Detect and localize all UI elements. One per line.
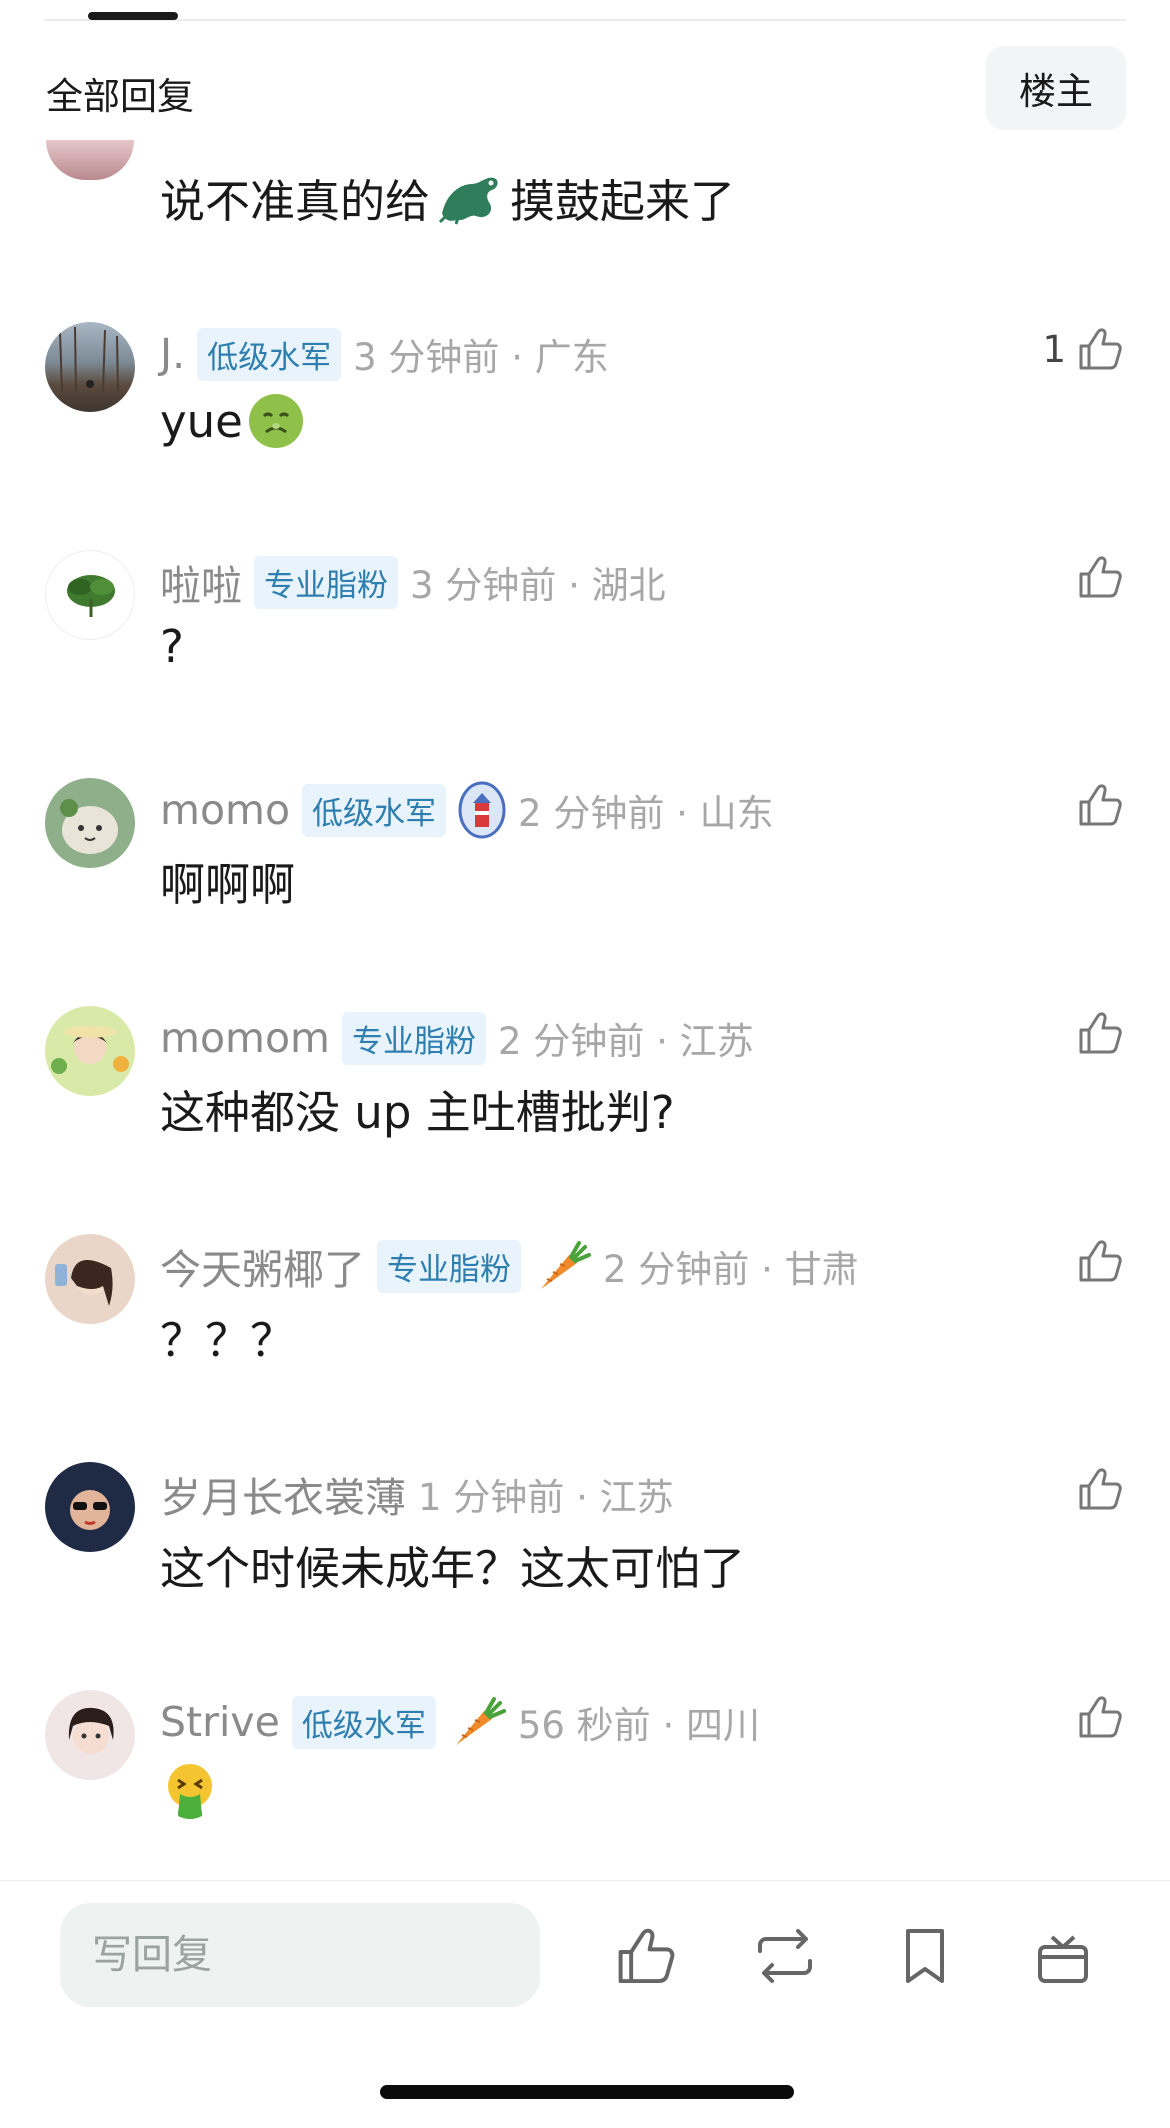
like-count: 1 <box>1042 327 1066 371</box>
comment-text-part: 摸鼓起来了 <box>510 175 736 228</box>
fan-badge: 专业脂粉 <box>254 555 398 609</box>
like-button[interactable] <box>1076 1008 1126 1058</box>
lighthouse-medal-icon <box>458 781 506 839</box>
thumbs-up-icon <box>1079 1012 1122 1054</box>
portrait-photo-image <box>55 1260 113 1306</box>
time-location: 3 分钟前 · 湖北 <box>410 564 666 607</box>
comment-item: 今天粥椰了 专业脂粉 2 分钟前 · 甘肃 ？？？ <box>0 1234 1170 1462</box>
comment-meta: momo 低级水军 2 分钟前 · 山东 <box>160 781 774 839</box>
comment-meta: 岁月长衣裳薄 1 分钟前 · 江苏 <box>160 1468 674 1522</box>
avatar[interactable] <box>45 1006 135 1096</box>
gift-icon[interactable] <box>1030 1923 1096 1989</box>
avatar[interactable] <box>45 1690 135 1780</box>
comment-meta: J. 低级水军 3 分钟前 · 广东 <box>160 327 609 381</box>
time-location: 2 分钟前 · 江苏 <box>498 1020 754 1063</box>
thumbs-up-icon <box>1079 784 1122 826</box>
like-button[interactable] <box>1076 552 1126 602</box>
reply-input[interactable] <box>60 1903 540 2007</box>
avatar[interactable] <box>46 140 134 180</box>
avatar[interactable] <box>45 778 135 868</box>
fan-badge: 低级水军 <box>302 783 447 837</box>
carrot-icon <box>541 1241 591 1289</box>
all-replies-title: 全部回复 <box>46 75 194 118</box>
tree-scene-image <box>59 326 119 393</box>
comment-item: 岁月长衣裳薄 1 分钟前 · 江苏 这个时候未成年？这太可怕了 <box>0 1462 1170 1690</box>
username[interactable]: 今天粥椰了 <box>160 1236 365 1296</box>
comment-text <box>160 1760 220 1820</box>
time-location: 56 秒前 · 四川 <box>517 1704 760 1747</box>
avatar[interactable] <box>45 322 135 412</box>
thumbs-up-icon <box>1079 1696 1122 1738</box>
thumbs-up-icon <box>1079 556 1122 598</box>
time-location: 2 分钟前 · 甘肃 <box>603 1248 859 1291</box>
replies-header: 全部回复 楼主 <box>0 40 1170 140</box>
fan-badge: 低级水军 <box>291 1695 436 1749</box>
time-location: 2 分钟前 · 山东 <box>518 792 774 835</box>
comment-text: 这种都没 up 主吐槽批判? <box>160 1086 675 1139</box>
avatar[interactable] <box>45 1234 135 1324</box>
avatar[interactable] <box>45 550 135 640</box>
comment-meta: Strive 低级水军 56 秒前 · 四川 <box>160 1695 760 1749</box>
comment-text: 啊啊啊 <box>160 858 296 911</box>
like-button[interactable] <box>1076 1464 1126 1514</box>
girl-illustration-image <box>51 1026 129 1074</box>
username[interactable]: momo <box>160 786 290 834</box>
username[interactable]: momom <box>160 1014 330 1062</box>
comment-meta: 啦啦 专业脂粉 3 分钟前 · 湖北 <box>160 555 666 610</box>
like-button[interactable] <box>1076 1236 1126 1286</box>
comment-item: 啦啦 专业脂粉 3 分钟前 · 湖北 ? <box>0 550 1170 778</box>
cartoon-face-image <box>60 799 118 854</box>
comment-item: momom 专业脂粉 2 分钟前 · 江苏 这种都没 up 主吐槽批判? <box>0 1006 1170 1234</box>
like-button[interactable] <box>1076 780 1126 830</box>
thumbs-up-icon <box>1079 1468 1122 1510</box>
username[interactable]: 啦啦 <box>160 552 242 612</box>
fan-badge: 专业脂粉 <box>342 1011 486 1065</box>
comment-text: ？？？ <box>160 1314 296 1367</box>
username[interactable]: 岁月长衣裳薄 <box>160 1464 406 1524</box>
op-only-button[interactable]: 楼主 <box>986 46 1126 130</box>
time-location: 3 分钟前 · 广东 <box>353 336 609 379</box>
vomiting-face-emoji <box>168 1764 212 1819</box>
comment-text: 这个时候未成年？这太可怕了 <box>160 1542 746 1595</box>
thumbs-up-icon <box>1079 328 1122 370</box>
bottom-action-bar <box>0 1880 1170 2128</box>
comment-text: ? <box>160 620 184 673</box>
girl-portrait-image <box>68 1707 114 1754</box>
home-indicator <box>380 2085 794 2099</box>
nauseated-face-emoji <box>248 394 303 448</box>
fan-badge: 低级水军 <box>197 327 342 381</box>
comment-text: yue <box>160 392 305 450</box>
fan-badge: 专业脂粉 <box>377 1239 521 1293</box>
comment-text-part: 说不准真的给 <box>160 175 431 228</box>
username[interactable]: J. <box>160 330 185 378</box>
sunglasses-portrait-image <box>70 1490 110 1530</box>
time-location: 1 分钟前 · 江苏 <box>418 1476 674 1519</box>
leaf-bouquet-image <box>67 575 115 617</box>
comment-item: J. 低级水军 3 分钟前 · 广东 yue 1 <box>0 322 1170 550</box>
comment-text: 说不准真的给 摸鼓起来了 <box>160 165 735 230</box>
carrot-icon <box>455 1697 506 1745</box>
username[interactable]: Strive <box>160 1698 280 1746</box>
comment-meta: momom 专业脂粉 2 分钟前 · 江苏 <box>160 1011 754 1065</box>
like-button[interactable]: 1 <box>1042 324 1126 374</box>
comment-meta: 今天粥椰了 专业脂粉 2 分钟前 · 甘肃 <box>160 1239 859 1294</box>
comment-text-part: yue <box>160 394 243 448</box>
like-button[interactable] <box>1076 1692 1126 1742</box>
repost-icon[interactable] <box>752 1923 818 1989</box>
bookmark-icon[interactable] <box>892 1923 958 1989</box>
crocodile-emoji <box>438 177 498 224</box>
thumbs-up-icon[interactable] <box>614 1923 680 1989</box>
avatar[interactable] <box>45 1462 135 1552</box>
comment-item: momo 低级水军 2 分钟前 · 山东 啊啊啊 <box>0 778 1170 1006</box>
thumbs-up-icon <box>1079 1240 1122 1282</box>
active-tab-indicator <box>88 12 178 20</box>
top-divider <box>44 19 1126 21</box>
